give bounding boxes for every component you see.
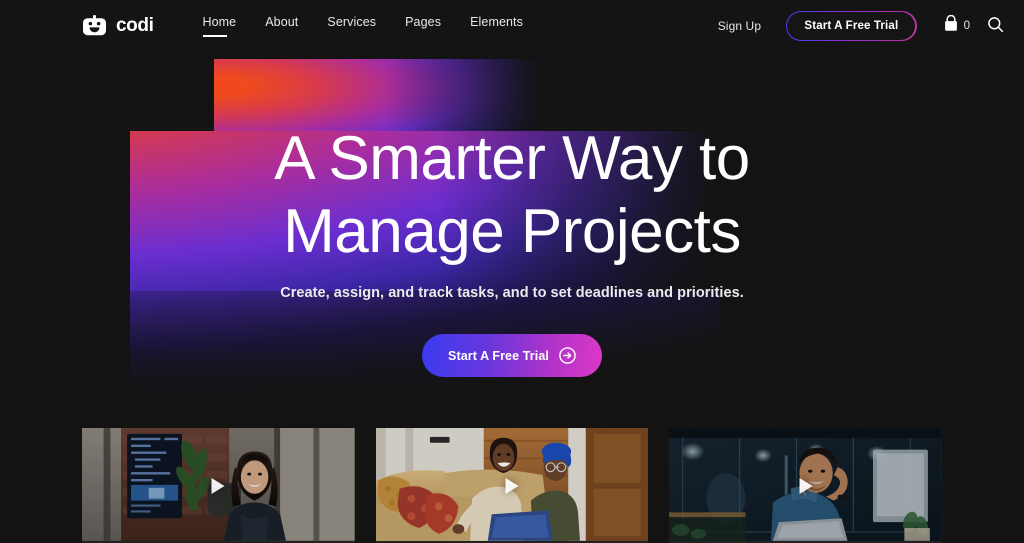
- site-header: codi Home About Services Pages Elements …: [0, 0, 1024, 52]
- hero-cta-label: Start A Free Trial: [448, 348, 549, 363]
- hero-start-free-trial-button[interactable]: Start A Free Trial: [422, 334, 602, 377]
- arrow-right-circle-icon: [559, 347, 576, 364]
- cart-button[interactable]: 0: [943, 14, 970, 37]
- nav-item-services[interactable]: Services: [327, 15, 376, 38]
- hero-title-line-1: A Smarter Way to: [274, 124, 750, 193]
- smiley-face-logo-icon: [82, 15, 108, 37]
- hero-section: A Smarter Way to Manage Projects Create,…: [0, 0, 1024, 420]
- logo-text: codi: [116, 15, 154, 36]
- nav-item-elements[interactable]: Elements: [470, 15, 523, 38]
- video-card-3[interactable]: Man working on laptop in dark office: [669, 428, 943, 543]
- nav-item-pages[interactable]: Pages: [405, 15, 441, 38]
- header-trial-button-border: Start A Free Trial: [786, 10, 917, 42]
- play-icon: [505, 477, 519, 494]
- search-button[interactable]: [987, 16, 1004, 36]
- logo[interactable]: codi: [82, 15, 154, 37]
- hero-subtitle: Create, assign, and track tasks, and to …: [280, 285, 744, 301]
- video-card-1[interactable]: Woman smiling at desk in office with cod…: [82, 428, 355, 543]
- header-start-free-trial-button[interactable]: Start A Free Trial: [787, 12, 916, 40]
- sign-up-link[interactable]: Sign Up: [718, 19, 761, 33]
- search-icon: [987, 16, 1004, 36]
- nav-item-home[interactable]: Home: [202, 15, 236, 38]
- header-actions: Sign Up Start A Free Trial 0: [718, 10, 1004, 42]
- main-nav: Home About Services Pages Elements: [202, 15, 523, 38]
- video-cards-row: Woman smiling at desk in office with cod…: [0, 428, 1024, 543]
- cart-count: 0: [963, 20, 970, 32]
- page-title: A Smarter Way to Manage Projects: [162, 122, 862, 268]
- nav-item-about[interactable]: About: [265, 15, 298, 38]
- play-icon: [799, 477, 813, 494]
- hero-title-line-2: Manage Projects: [283, 197, 741, 266]
- play-icon: [211, 477, 225, 494]
- video-card-2[interactable]: Two people on couch watching laptop: [375, 428, 649, 543]
- shopping-bag-icon: [943, 14, 959, 37]
